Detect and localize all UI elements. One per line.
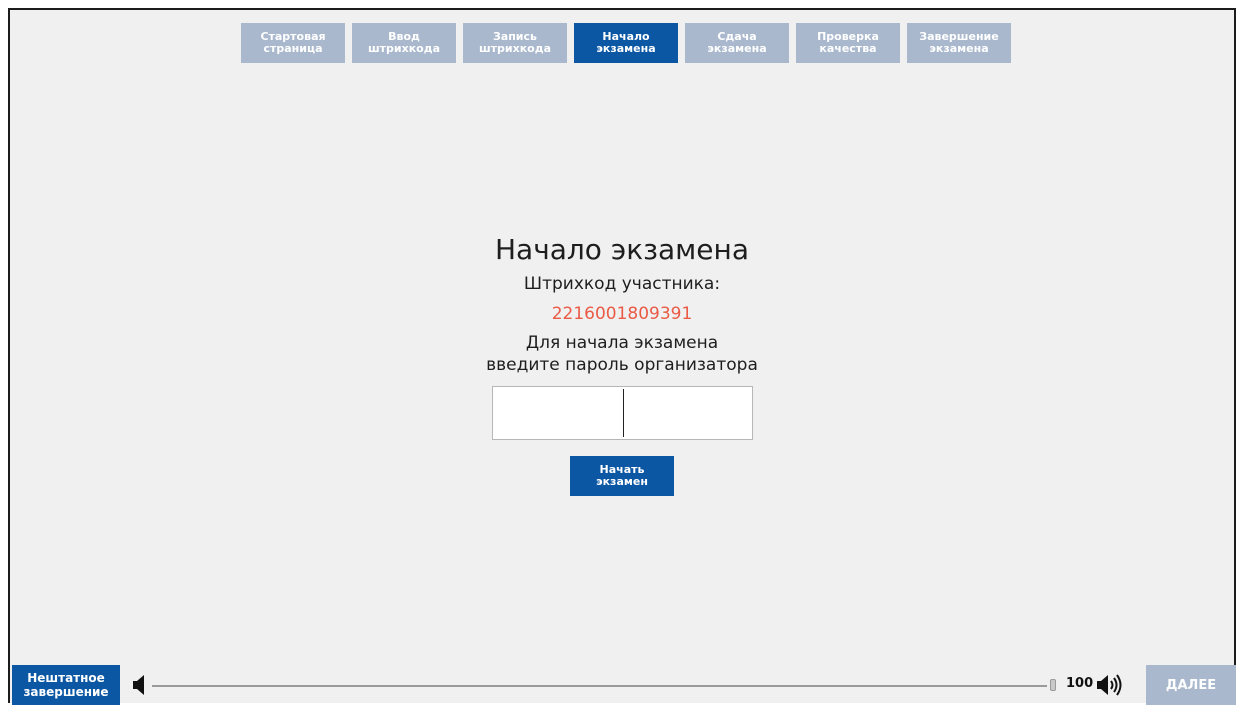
step-write-barcode[interactable]: Запись штрихкода <box>463 23 567 63</box>
speaker-high-icon[interactable] <box>1096 673 1126 701</box>
emergency-finish-button[interactable]: Нештатное завершение <box>12 665 120 705</box>
instruction-text: Для начала экзамена введите пароль орган… <box>10 332 1234 376</box>
abort-line1: Нештатное <box>27 671 105 685</box>
barcode-label: Штрихкод участника: <box>523 274 721 294</box>
barcode-value: 2216001809391 <box>551 304 693 324</box>
step-label-line2: экзамена <box>707 42 767 55</box>
volume-slider-track[interactable] <box>152 685 1047 687</box>
step-label-line2: штрихкода <box>367 42 441 55</box>
abort-line2: завершение <box>23 685 109 699</box>
app-window: Стартовая страница Ввод штрихкода Запись шт… <box>8 8 1236 705</box>
password-input[interactable] <box>491 386 753 440</box>
step-enter-barcode[interactable]: Ввод штрихкода <box>352 23 456 63</box>
progress-steps: Стартовая страница Ввод штрихкода Запись шт… <box>241 23 1011 63</box>
step-exam-start[interactable]: Начало экзамена <box>574 23 678 63</box>
instruction-line2: введите пароль организатора <box>486 355 758 375</box>
step-label-line2: страница <box>263 42 323 55</box>
step-start-page[interactable]: Стартовая страница <box>241 23 345 63</box>
step-exam-finish[interactable]: Завершение экзамена <box>907 23 1011 63</box>
volume-slider-handle[interactable] <box>1050 679 1056 691</box>
step-exam-taking[interactable]: Сдача экзамена <box>685 23 789 63</box>
volume-value: 100 <box>1066 676 1094 691</box>
next-button[interactable]: ДАЛЕЕ <box>1146 665 1236 705</box>
speaker-low-icon[interactable] <box>132 674 146 700</box>
start-button-line2: экзамен <box>596 475 648 488</box>
instruction-line1: Для начала экзамена <box>525 333 719 353</box>
page-title: Начало экзамена <box>495 233 749 266</box>
step-label-line2: экзамена <box>596 42 656 55</box>
step-quality-check[interactable]: Проверка качества <box>796 23 900 63</box>
step-label-line2: экзамена <box>929 42 989 55</box>
exam-start-panel: Начало экзамена Штрихкод участника: 2216… <box>10 232 1234 496</box>
text-cursor <box>622 389 624 437</box>
start-exam-button[interactable]: Начать экзамен <box>570 456 674 496</box>
step-label-line2: штрихкода <box>478 42 552 55</box>
step-label-line2: качества <box>819 42 877 55</box>
